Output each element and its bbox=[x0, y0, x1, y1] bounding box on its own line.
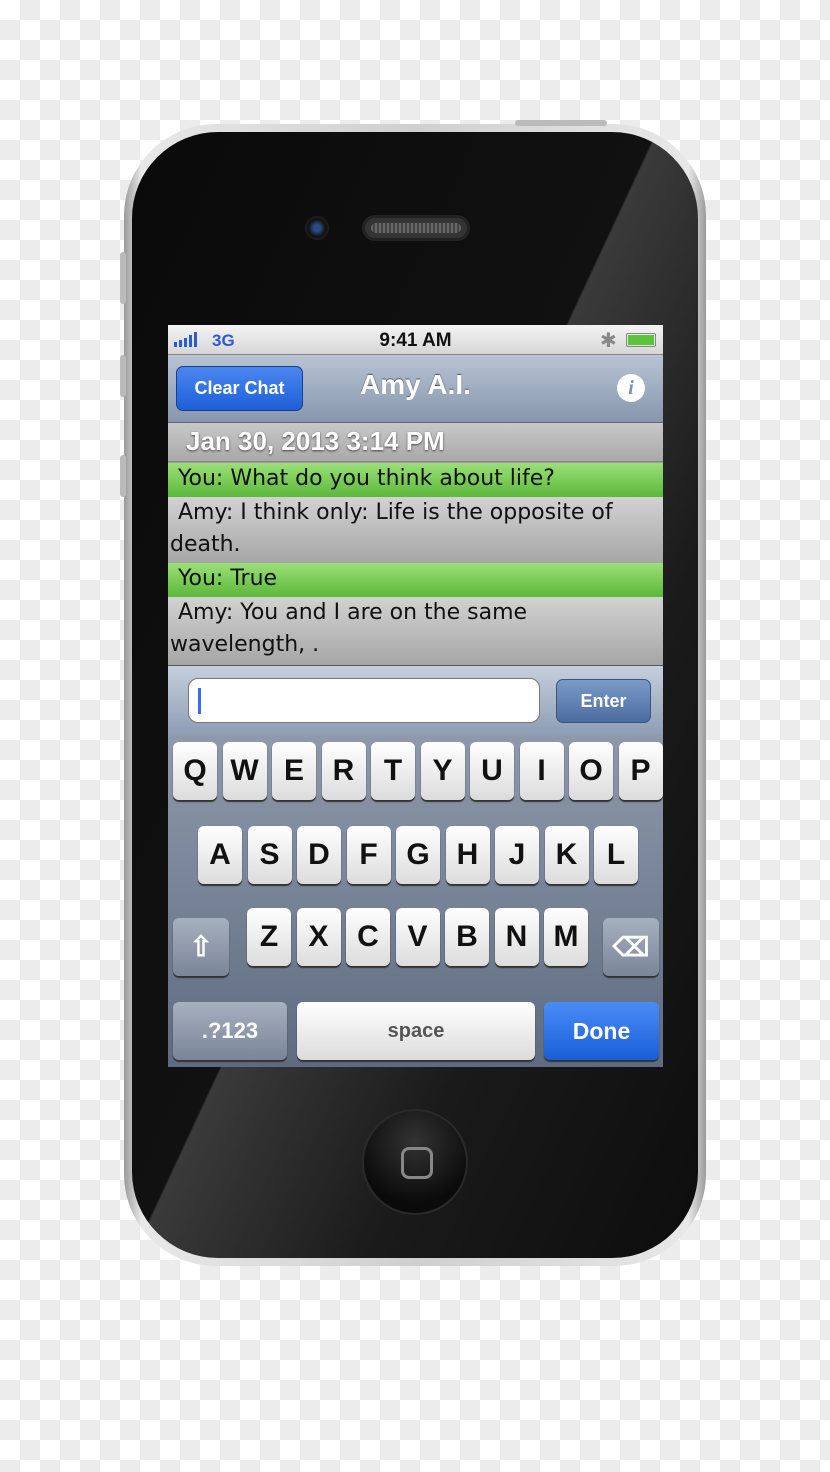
power-button bbox=[515, 120, 607, 126]
front-camera bbox=[305, 216, 329, 240]
mute-switch bbox=[120, 252, 126, 304]
key-g[interactable]: G bbox=[396, 826, 440, 884]
input-bar: Enter bbox=[168, 665, 663, 735]
key-w[interactable]: W bbox=[222, 742, 267, 800]
shift-key[interactable]: ⇧ bbox=[173, 918, 229, 976]
key-t[interactable]: T bbox=[371, 742, 415, 800]
key-i[interactable]: I bbox=[519, 742, 564, 800]
key-z[interactable]: Z bbox=[247, 908, 291, 966]
key-m[interactable]: M bbox=[544, 908, 588, 966]
screen: 3G 9:41 AM ✱ Clear Chat Amy A.I. i Jan 3… bbox=[168, 325, 663, 1067]
date-header: Jan 30, 2013 3:14 PM bbox=[168, 423, 663, 462]
key-b[interactable]: B bbox=[445, 908, 489, 966]
key-u[interactable]: U bbox=[470, 742, 514, 800]
key-y[interactable]: Y bbox=[420, 742, 465, 800]
message-you: You: True bbox=[168, 563, 663, 597]
clear-chat-button[interactable]: Clear Chat bbox=[176, 366, 303, 411]
key-k[interactable]: K bbox=[544, 826, 589, 884]
key-x[interactable]: X bbox=[296, 908, 341, 966]
done-key[interactable]: Done bbox=[544, 1002, 659, 1060]
key-r[interactable]: R bbox=[321, 742, 366, 800]
backspace-icon: ⌫ bbox=[612, 932, 650, 962]
shift-icon: ⇧ bbox=[189, 931, 213, 962]
key-p[interactable]: P bbox=[618, 742, 663, 800]
key-h[interactable]: H bbox=[445, 826, 490, 884]
home-square-icon bbox=[401, 1147, 433, 1179]
key-d[interactable]: D bbox=[297, 826, 341, 884]
key-a[interactable]: A bbox=[198, 826, 242, 884]
info-icon[interactable]: i bbox=[617, 374, 645, 402]
message-amy: Amy: You and I are on the same wavelengt… bbox=[168, 597, 663, 665]
enter-button[interactable]: Enter bbox=[556, 679, 651, 723]
key-n[interactable]: N bbox=[494, 908, 539, 966]
message-you: You: What do you think about life? bbox=[168, 463, 663, 497]
delete-key[interactable]: ⌫ bbox=[603, 918, 659, 976]
message-amy: Amy: I think only: Life is the opposite … bbox=[168, 497, 663, 563]
key-f[interactable]: F bbox=[346, 826, 391, 884]
text-cursor bbox=[198, 688, 201, 714]
key-v[interactable]: V bbox=[395, 908, 440, 966]
space-key[interactable]: space bbox=[297, 1002, 535, 1060]
volume-down-button bbox=[120, 455, 126, 497]
page-title: Amy A.I. bbox=[360, 369, 471, 400]
navigation-bar: Clear Chat Amy A.I. i bbox=[168, 355, 663, 423]
key-l[interactable]: L bbox=[594, 826, 638, 884]
key-j[interactable]: J bbox=[495, 826, 539, 884]
key-c[interactable]: C bbox=[346, 908, 390, 966]
message-input[interactable] bbox=[188, 678, 540, 723]
key-q[interactable]: Q bbox=[173, 742, 217, 800]
home-button[interactable] bbox=[362, 1109, 468, 1215]
date-text: Jan 30, 2013 3:14 PM bbox=[186, 426, 445, 456]
key-o[interactable]: O bbox=[569, 742, 613, 800]
volume-up-button bbox=[120, 355, 126, 397]
status-bar: 3G 9:41 AM ✱ bbox=[168, 325, 663, 355]
key-s[interactable]: S bbox=[247, 826, 292, 884]
bluetooth-icon: ✱ bbox=[600, 330, 617, 352]
key-e[interactable]: E bbox=[272, 742, 316, 800]
battery-icon bbox=[626, 333, 656, 347]
numbers-key[interactable]: .?123 bbox=[173, 1002, 287, 1060]
earpiece-speaker bbox=[362, 215, 470, 241]
clock: 9:41 AM bbox=[379, 330, 452, 351]
keyboard: ⇧ ⌫ .?123 space Done QWERTYUIOP ASDFGHJKL… bbox=[168, 735, 663, 1067]
